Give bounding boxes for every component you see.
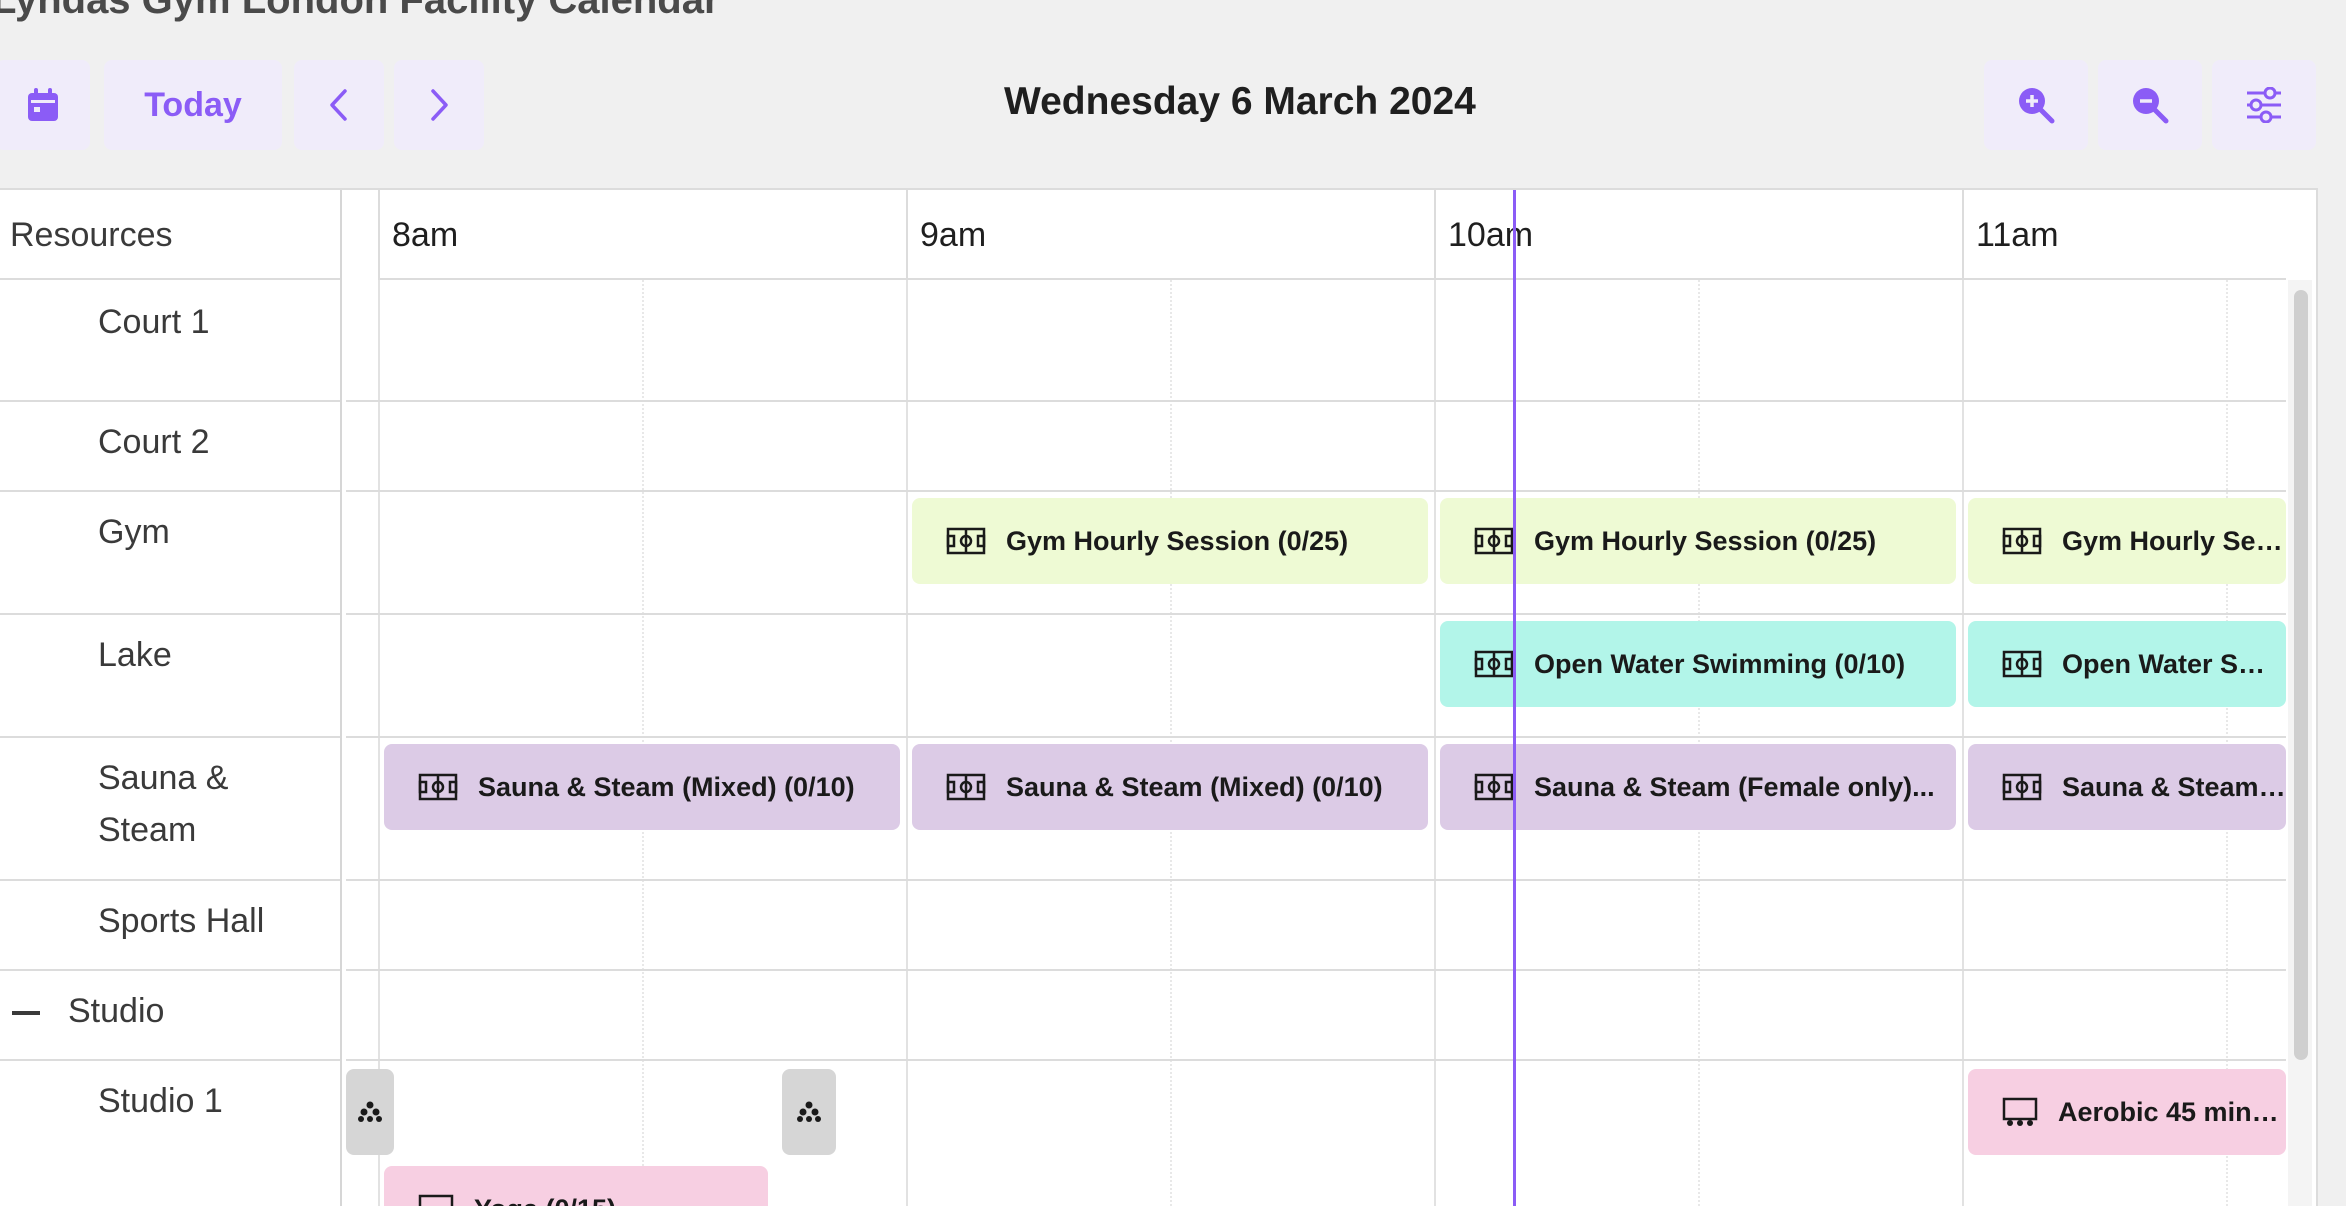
resource-row-court-1[interactable]: Court 1 <box>0 280 340 402</box>
event-lake-11am[interactable]: Open Water Swimming (0/10) <box>1968 621 2286 707</box>
event-studio-placeholder[interactable] <box>346 1069 394 1155</box>
next-day-button[interactable] <box>394 60 484 150</box>
row-divider <box>346 736 2286 738</box>
row-divider <box>346 400 2286 402</box>
facility-icon <box>2002 650 2042 678</box>
current-date-label: Wednesday 6 March 2024 <box>1004 80 1476 124</box>
half-hour-gridline <box>1698 280 1700 1206</box>
timeline-grid: 8am 9am 10am 11am Gym Hourly Session (0/… <box>346 190 2286 1206</box>
facility-icon <box>2002 773 2042 801</box>
event-lake-10am[interactable]: Open Water Swimming (0/10) <box>1440 621 1956 707</box>
row-divider <box>346 1059 2286 1061</box>
row-divider <box>346 969 2286 971</box>
resource-label: Sauna & Steam <box>98 752 228 856</box>
event-label: Sauna & Steam (Female only)... <box>2062 772 2286 803</box>
hour-gridline <box>1962 280 1964 1206</box>
event-label: Sauna & Steam (Mixed) (0/10) <box>1006 772 1383 803</box>
hour-gridline <box>1434 280 1436 1206</box>
page-title: Lyndas Gym London Facility Calendar <box>0 0 720 23</box>
calendar-picker-button[interactable] <box>0 60 90 150</box>
resource-group-studio[interactable]: Studio <box>0 971 340 1061</box>
event-gym-10am[interactable]: Gym Hourly Session (0/25) <box>1440 498 1956 584</box>
resource-label: Court 1 <box>98 296 210 348</box>
zoom-out-button[interactable] <box>2098 60 2202 150</box>
calendar-toolbar: Today Wednesday 6 March 2024 <box>0 60 2346 152</box>
event-yoga-8am[interactable]: Yoga (0/15) <box>384 1166 768 1206</box>
half-hour-gridline <box>642 280 644 1206</box>
current-time-indicator <box>1513 190 1516 1206</box>
resources-column: Resources Court 1 Court 2 Gym Lake Sauna… <box>0 190 342 1206</box>
facility-icon <box>1474 527 1514 555</box>
resource-row-court-2[interactable]: Court 2 <box>0 402 340 492</box>
resource-group-label: Studio <box>68 985 164 1037</box>
event-sauna-11am[interactable]: Sauna & Steam (Female only)... <box>1968 744 2286 830</box>
hour-header-8am: 8am <box>378 190 906 280</box>
facility-icon <box>418 773 458 801</box>
event-label: Open Water Swimming (0/10) <box>2062 649 2286 680</box>
event-label: Sauna & Steam (Female only)... <box>1534 772 1935 803</box>
group-icon <box>797 1101 821 1123</box>
row-divider <box>346 613 2286 615</box>
resource-row-gym[interactable]: Gym <box>0 492 340 615</box>
resources-header: Resources <box>0 190 340 280</box>
event-label: Yoga (0/15) <box>474 1194 616 1206</box>
facility-icon <box>1474 773 1514 801</box>
event-label: Gym Hourly Session (0/25) <box>2062 526 2286 557</box>
event-sauna-9am[interactable]: Sauna & Steam (Mixed) (0/10) <box>912 744 1428 830</box>
event-label: Sauna & Steam (Mixed) (0/10) <box>478 772 855 803</box>
resource-row-lake[interactable]: Lake <box>0 615 340 738</box>
chevron-left-icon <box>327 87 351 123</box>
group-icon <box>358 1101 382 1123</box>
event-sauna-8am[interactable]: Sauna & Steam (Mixed) (0/10) <box>384 744 900 830</box>
class-icon <box>418 1194 454 1206</box>
row-divider <box>346 879 2286 881</box>
facility-icon <box>946 773 986 801</box>
row-divider <box>346 490 2286 492</box>
hour-gridline <box>906 280 908 1206</box>
resource-label: Gym <box>98 506 170 558</box>
event-label: Open Water Swimming (0/10) <box>1534 649 1905 680</box>
resource-label: Court 2 <box>98 416 210 468</box>
sliders-icon <box>2244 87 2284 123</box>
previous-day-button[interactable] <box>294 60 384 150</box>
facility-icon <box>946 527 986 555</box>
facility-icon <box>2002 527 2042 555</box>
today-button[interactable]: Today <box>104 60 282 150</box>
resource-label: Lake <box>98 629 172 681</box>
zoom-in-button[interactable] <box>1984 60 2088 150</box>
scrollbar-thumb[interactable] <box>2294 290 2308 1060</box>
zoom-out-icon <box>2130 85 2170 125</box>
event-label: Gym Hourly Session (0/25) <box>1534 526 1876 557</box>
resource-row-studio-1[interactable]: Studio 1 <box>0 1061 340 1206</box>
zoom-in-icon <box>2016 85 2056 125</box>
class-icon <box>2002 1097 2038 1127</box>
chevron-right-icon <box>427 87 451 123</box>
today-label: Today <box>144 86 242 125</box>
collapse-icon[interactable] <box>12 1011 40 1015</box>
half-hour-gridline <box>1170 280 1172 1206</box>
event-sauna-10am[interactable]: Sauna & Steam (Female only)... <box>1440 744 1956 830</box>
hour-gridline <box>378 280 380 1206</box>
hour-header-11am: 11am <box>1962 190 2286 280</box>
calendar-icon <box>26 87 60 123</box>
event-label: Gym Hourly Session (0/25) <box>1006 526 1348 557</box>
resource-label: Studio 1 <box>98 1075 223 1127</box>
settings-button[interactable] <box>2212 60 2316 150</box>
event-label: Aerobic 45 mins (0... <box>2058 1097 2286 1128</box>
event-studio-placeholder[interactable] <box>782 1069 836 1155</box>
event-gym-11am[interactable]: Gym Hourly Session (0/25) <box>1968 498 2286 584</box>
hour-header-9am: 9am <box>906 190 1434 280</box>
resource-row-sports-hall[interactable]: Sports Hall <box>0 881 340 971</box>
resource-row-sauna-steam[interactable]: Sauna & Steam <box>0 738 340 881</box>
resource-label: Sports Hall <box>98 895 264 947</box>
facility-icon <box>1474 650 1514 678</box>
event-gym-9am[interactable]: Gym Hourly Session (0/25) <box>912 498 1428 584</box>
resource-timeline: Resources Court 1 Court 2 Gym Lake Sauna… <box>0 188 2318 1206</box>
half-hour-gridline <box>2226 280 2228 1206</box>
event-aerobic-11am[interactable]: Aerobic 45 mins (0... <box>1968 1069 2286 1155</box>
